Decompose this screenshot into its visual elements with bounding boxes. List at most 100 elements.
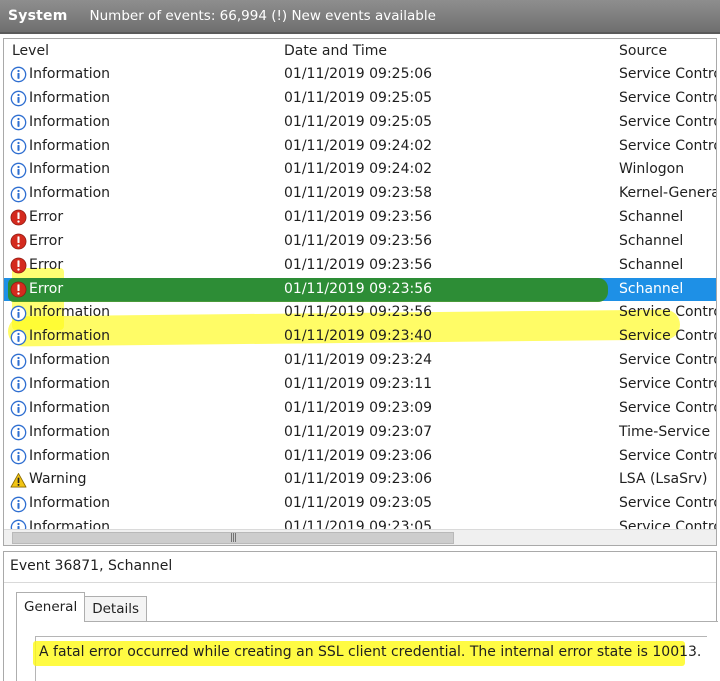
event-row[interactable]: Information 01/11/2019 09:24:02 Service Co…: [4, 135, 716, 159]
event-level: Information: [29, 328, 111, 345]
event-row[interactable]: Error 01/11/2019 09:23:56 Schannel: [4, 254, 716, 278]
event-row[interactable]: Information 01/11/2019 09:25:05 Service Co…: [4, 111, 716, 135]
event-date: 01/11/2019 09:23:40: [284, 328, 433, 345]
event-level: Error: [29, 280, 64, 297]
event-source: Service Control: [619, 304, 716, 321]
event-date: 01/11/2019 09:23:56: [284, 232, 433, 249]
event-level: Information: [29, 447, 111, 464]
event-level: Information: [29, 137, 111, 154]
event-level-cell: Information: [10, 87, 110, 111]
event-level-cell: Error: [10, 254, 63, 278]
event-level-cell: Information: [10, 397, 110, 421]
info-icon: [10, 186, 27, 203]
event-level-cell: Information: [10, 301, 110, 325]
column-header-source[interactable]: Source: [619, 43, 667, 59]
event-source: Service Control: [619, 495, 716, 512]
event-level-cell: Information: [10, 421, 110, 445]
info-icon: [10, 376, 27, 393]
event-date: 01/11/2019 09:23:06: [284, 471, 433, 488]
event-level-cell: Information: [10, 158, 110, 182]
event-row[interactable]: Information 01/11/2019 09:23:58 Kernel-Gen…: [4, 182, 716, 206]
event-date: 01/11/2019 09:23:11: [284, 375, 433, 392]
event-date: 01/11/2019 09:25:05: [284, 89, 433, 106]
event-date: 01/11/2019 09:24:02: [284, 137, 433, 154]
event-date: 01/11/2019 09:23:56: [284, 209, 433, 226]
event-level-cell: Information: [10, 182, 110, 206]
event-row[interactable]: Information 01/11/2019 09:23:05 Service Co…: [4, 492, 716, 516]
event-date: 01/11/2019 09:23:56: [284, 304, 433, 321]
event-row[interactable]: Information 01/11/2019 09:23:56 Service Co…: [4, 301, 716, 325]
info-icon: [10, 448, 27, 465]
info-icon: [10, 66, 27, 83]
event-source: Service Control: [619, 89, 716, 106]
event-row[interactable]: Information 01/11/2019 09:23:40 Service Co…: [4, 325, 716, 349]
event-count-label: Number of events: 66,994 (!) New events …: [89, 8, 436, 24]
event-date: 01/11/2019 09:23:09: [284, 399, 433, 416]
event-date: 01/11/2019 09:23:56: [284, 280, 433, 297]
event-source: Service Control: [619, 447, 716, 464]
event-level: Information: [29, 352, 111, 369]
details-divider: [4, 582, 716, 583]
event-level: Information: [29, 375, 111, 392]
event-row[interactable]: Information 01/11/2019 09:23:09 Service Co…: [4, 397, 716, 421]
event-source: Service Control: [619, 328, 716, 345]
event-row[interactable]: Information 01/11/2019 09:25:05 Service Co…: [4, 87, 716, 111]
column-header-level[interactable]: Level: [12, 43, 49, 59]
event-date: 01/11/2019 09:25:05: [284, 113, 433, 130]
details-tabs: General Details: [16, 592, 148, 622]
info-icon: [10, 400, 27, 417]
info-icon: [10, 353, 27, 370]
event-level: Error: [29, 209, 64, 226]
event-source: LSA (LsaSrv): [619, 471, 708, 488]
event-row[interactable]: Information 01/11/2019 09:24:02 Winlogon: [4, 158, 716, 182]
event-message[interactable]: A fatal error occurred while creating an…: [39, 644, 701, 660]
info-icon: [10, 305, 27, 322]
event-level: Information: [29, 495, 111, 512]
event-level-cell: Information: [10, 63, 110, 87]
event-row[interactable]: Information 01/11/2019 09:23:06 Service Co…: [4, 445, 716, 469]
event-row[interactable]: Warning 01/11/2019 09:23:06 LSA (LsaSrv): [4, 468, 716, 492]
event-date: 01/11/2019 09:23:58: [284, 185, 433, 202]
event-source: Kernel-General: [619, 185, 716, 202]
event-details-panel: Event 36871, Schannel General Details A …: [3, 551, 718, 681]
event-source: Service Control: [619, 137, 716, 154]
event-level: Error: [29, 232, 64, 249]
tab-general[interactable]: General: [16, 592, 86, 622]
event-level-cell: Information: [10, 325, 110, 349]
event-row[interactable]: Information 01/11/2019 09:23:07 Time-Servi…: [4, 421, 716, 445]
horizontal-scrollbar[interactable]: |||: [4, 529, 716, 545]
event-level: Information: [29, 66, 111, 82]
event-row[interactable]: Error 01/11/2019 09:23:56 Schannel: [4, 230, 716, 254]
tab-details[interactable]: Details: [84, 596, 148, 622]
tab-body-general: A fatal error occurred while creating an…: [16, 621, 718, 681]
event-level: Information: [29, 113, 111, 130]
event-date: 01/11/2019 09:25:06: [284, 66, 433, 82]
event-level-cell: Information: [10, 373, 110, 397]
event-source: Time-Service: [619, 423, 711, 440]
info-icon: [10, 329, 27, 346]
event-level-cell: Error: [10, 278, 63, 302]
scrollbar-thumb[interactable]: |||: [12, 532, 454, 544]
info-icon: [10, 114, 27, 131]
event-source: Schannel: [619, 256, 684, 273]
event-source: Service Control: [619, 375, 716, 392]
event-row[interactable]: Information 01/11/2019 09:25:06 Service Co…: [4, 63, 716, 87]
event-level-cell: Error: [10, 206, 63, 230]
event-row[interactable]: Information 01/11/2019 09:23:24 Service Co…: [4, 349, 716, 373]
event-source: Schannel: [619, 209, 684, 226]
event-level-cell: Warning: [10, 468, 87, 492]
error-icon: [10, 281, 27, 298]
info-icon: [10, 424, 27, 441]
event-row[interactable]: Error 01/11/2019 09:23:56 Schannel: [4, 206, 716, 230]
event-source: Schannel: [619, 280, 684, 297]
scrollbar-grip-icon: |||: [229, 533, 237, 543]
column-header-date[interactable]: Date and Time: [284, 43, 387, 59]
event-level: Information: [29, 89, 111, 106]
event-level-cell: Information: [10, 349, 110, 373]
info-icon: [10, 138, 27, 155]
event-row[interactable]: Error 01/11/2019 09:23:56 Schannel: [4, 277, 716, 302]
event-level-cell: Information: [10, 111, 110, 135]
event-date: 01/11/2019 09:23:07: [284, 423, 433, 440]
event-row[interactable]: Information 01/11/2019 09:23:11 Service Co…: [4, 373, 716, 397]
event-list[interactable]: Level Date and Time Source Information 01…: [3, 38, 717, 546]
